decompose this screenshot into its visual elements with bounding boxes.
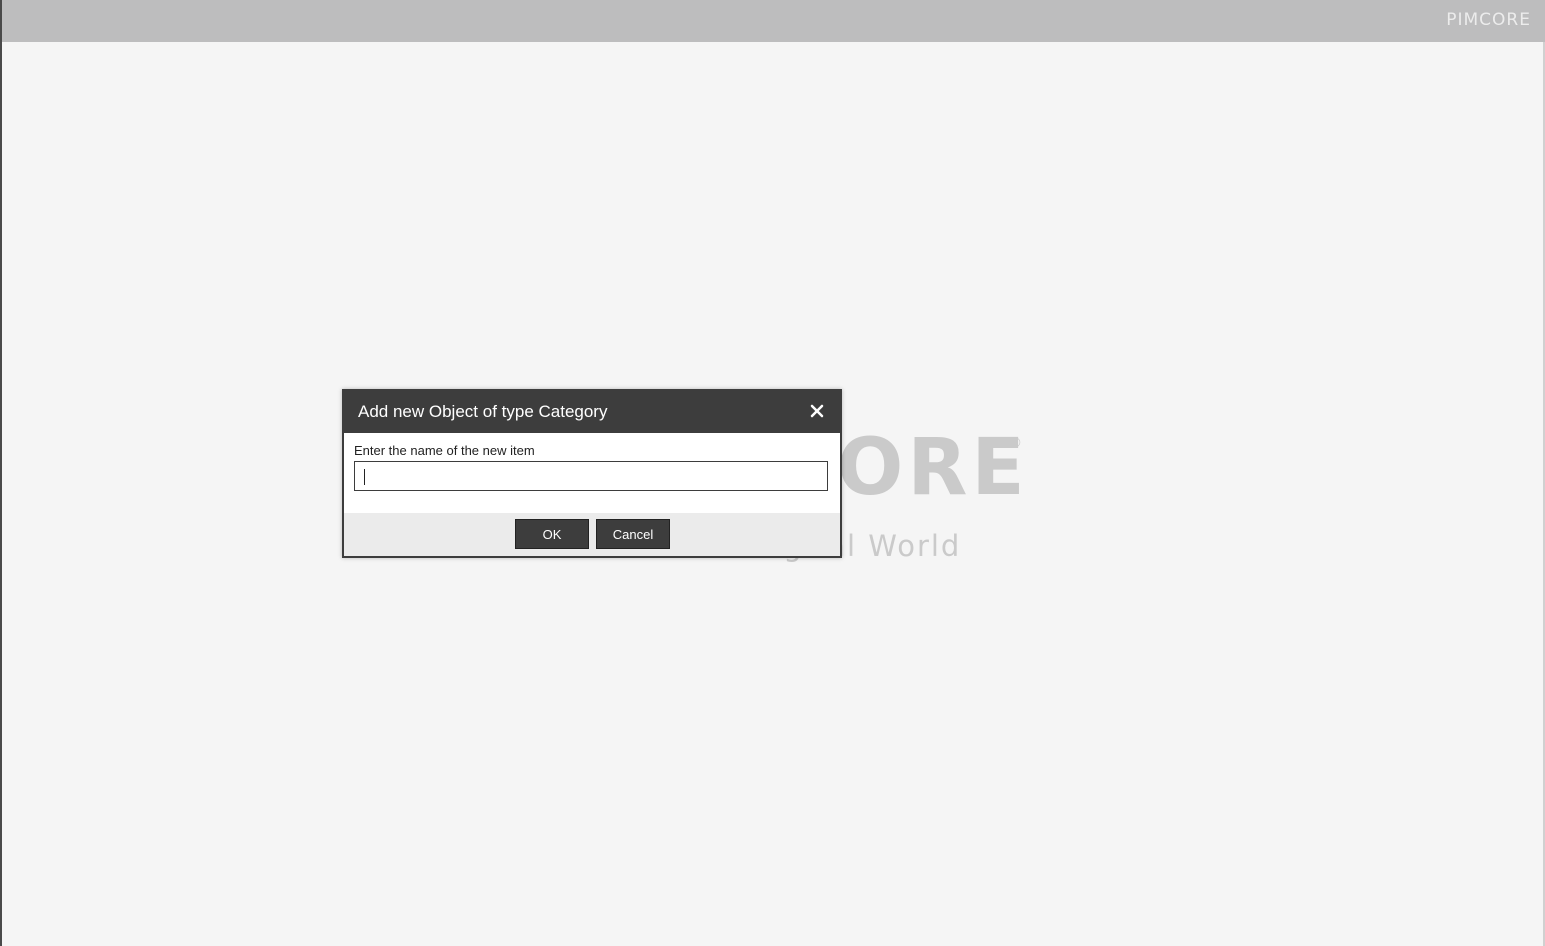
app-frame: PIMCORE PIMCORE ® Own the Digital World … bbox=[0, 0, 1545, 946]
close-icon[interactable] bbox=[806, 400, 828, 422]
top-bar: PIMCORE bbox=[2, 0, 1545, 42]
dialog-footer: OK Cancel bbox=[344, 513, 840, 556]
cancel-button[interactable]: Cancel bbox=[596, 519, 670, 549]
item-name-label: Enter the name of the new item bbox=[354, 443, 535, 458]
text-caret bbox=[364, 469, 365, 485]
dialog-header: Add new Object of type Category bbox=[344, 391, 840, 433]
ok-button[interactable]: OK bbox=[515, 519, 589, 549]
add-object-dialog: Add new Object of type Category Enter th… bbox=[342, 389, 842, 558]
dialog-body: Enter the name of the new item bbox=[344, 433, 840, 513]
left-border bbox=[0, 0, 2, 946]
close-icon-glyph bbox=[810, 404, 824, 418]
item-name-input[interactable] bbox=[354, 461, 828, 491]
pimcore-logo: PIMCORE bbox=[1446, 10, 1531, 30]
dialog-title: Add new Object of type Category bbox=[358, 402, 608, 421]
registered-mark: ® bbox=[1009, 436, 1022, 451]
